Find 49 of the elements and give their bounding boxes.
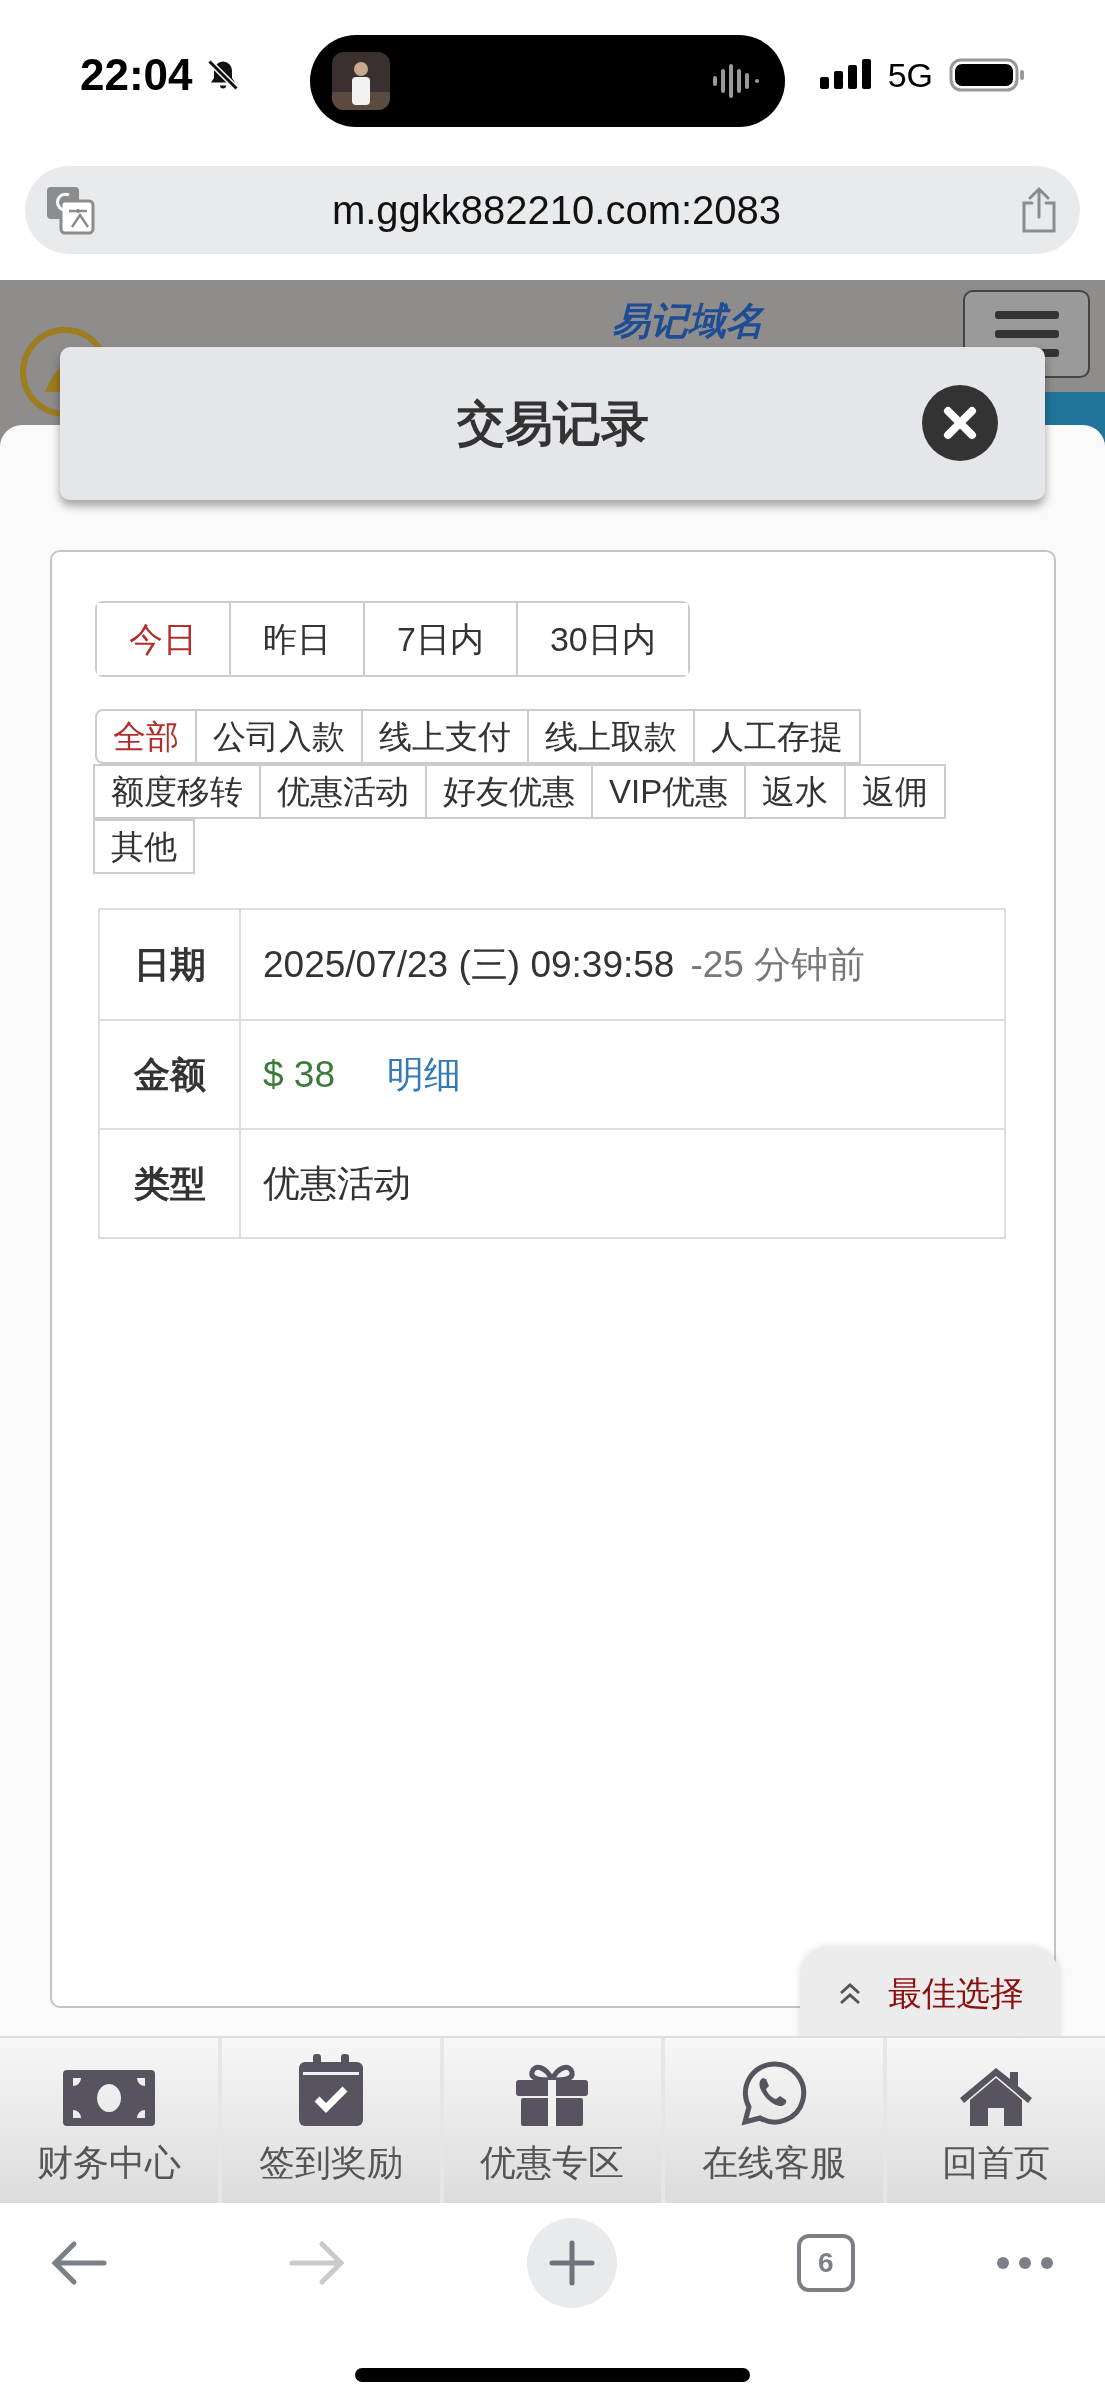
filter-tab[interactable]: 额度移转: [93, 764, 261, 819]
filter-tab[interactable]: 人工存提: [693, 709, 861, 764]
more-icon[interactable]: [995, 2255, 1055, 2271]
url-text: m.ggkk882210.com:2083: [330, 187, 783, 234]
plus-icon[interactable]: [548, 2240, 595, 2286]
filter-tab[interactable]: 返水: [744, 764, 847, 819]
close-icon[interactable]: [942, 405, 978, 441]
relative-time: -25 分钟前: [690, 942, 866, 987]
banknote-icon[interactable]: [62, 2069, 155, 2126]
filter-tab[interactable]: 优惠活动: [259, 764, 427, 819]
nav-label: 在线客服: [702, 2140, 847, 2185]
nav-label: 签到奖励: [258, 2140, 403, 2185]
filter-tab[interactable]: 公司入款: [195, 709, 363, 764]
amount-value: $ 38: [263, 1052, 335, 1097]
slogan-text: 易记域名: [612, 299, 764, 344]
status-time: 22:04: [80, 49, 193, 101]
filter-tab[interactable]: 好友优惠: [425, 764, 593, 819]
nav-label: 回首页: [942, 2140, 1051, 2185]
network-label: 5G: [887, 54, 933, 96]
date-tab[interactable]: 30日内: [515, 603, 688, 675]
nav-item[interactable]: 财务中心: [0, 2038, 218, 2203]
field-label: 金额: [100, 1021, 241, 1128]
date-value: 2025/07/23 (三) 09:39:58: [263, 942, 675, 987]
details-link[interactable]: 明细: [387, 1046, 461, 1103]
filter-tab[interactable]: 其他: [93, 819, 195, 874]
filter-tab[interactable]: 全部: [95, 709, 197, 764]
nav-item[interactable]: 在线客服: [661, 2038, 884, 2203]
phone-chat-icon[interactable]: [741, 2059, 808, 2126]
nav-label: 财务中心: [36, 2140, 181, 2185]
nav-item[interactable]: 优惠专区: [439, 2038, 662, 2203]
nav-label: 优惠专区: [480, 2140, 625, 2185]
filter-tab[interactable]: 返佣: [844, 764, 947, 819]
best-choice-button[interactable]: 最佳选择: [800, 1948, 1060, 2038]
field-label: 日期: [100, 910, 241, 1019]
field-label: 类型: [100, 1130, 241, 1237]
back-arrow-icon[interactable]: [50, 2240, 108, 2286]
type-value: 优惠活动: [263, 1161, 411, 1206]
calendar-check-icon[interactable]: [298, 2053, 363, 2126]
home-icon[interactable]: [960, 2065, 1033, 2126]
filter-tab[interactable]: VIP优惠: [591, 764, 747, 819]
filter-tab[interactable]: 线上支付: [361, 709, 529, 764]
battery-icon: [949, 57, 1025, 93]
nav-item[interactable]: 回首页: [883, 2038, 1105, 2203]
tab-count-button[interactable]: 6: [796, 2234, 855, 2292]
address-bar[interactable]: m.ggkk882210.com:2083: [25, 166, 1080, 254]
nav-item[interactable]: 签到奖励: [217, 2038, 440, 2203]
filter-tab[interactable]: 线上取款: [527, 709, 695, 764]
translate-icon[interactable]: [45, 185, 95, 235]
modal-title: 交易记录: [456, 395, 649, 452]
